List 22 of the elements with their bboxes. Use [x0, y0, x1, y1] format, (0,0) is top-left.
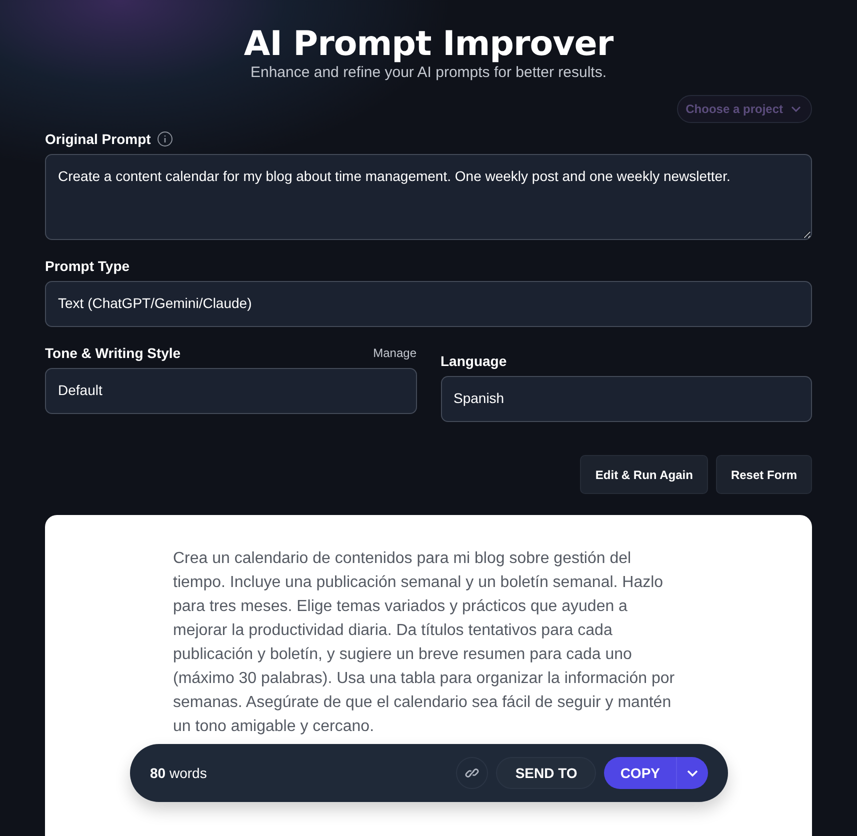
manage-link[interactable]: Manage — [373, 346, 416, 360]
send-to-button[interactable]: SEND TO — [496, 757, 596, 789]
tone-select[interactable]: Default — [45, 368, 416, 414]
field-label: Tone & Writing Style — [45, 345, 181, 361]
language-select[interactable]: Spanish — [440, 376, 812, 422]
reset-button[interactable]: Reset Form — [716, 455, 812, 494]
link-button[interactable] — [456, 757, 488, 789]
chevron-down-icon — [687, 770, 698, 776]
copy-button[interactable]: COPY — [604, 757, 676, 789]
result-text: Crea un calendario de contenidos para mi blog sobre gestión del tiempo. Incluye una publicación semanal y un boletín semanal. Hazlo para tres meses. Elige temas variados y prácticos que ayuden a mejorar la productividad diaria. Da títulos tentativos para cada publicación y boletín, y sugiere un breve resumen para cada uno (máximo 30 palabras). Usa una tabla para organizar la información por semanas. Asegúrate de que el calendario sea fácil de seguir y mantén un tono amigable y cercano. — [173, 549, 676, 737]
edit-run-button[interactable]: Edit & Run Again — [580, 455, 708, 494]
field-label: Language — [440, 353, 507, 369]
field-label: Prompt Type — [45, 258, 131, 274]
word-count: 80 words — [150, 765, 207, 781]
info-icon[interactable] — [156, 131, 173, 147]
page-subtitle: Enhance and refine your AI prompts for better results. — [249, 64, 608, 81]
page-title: AI Prompt Improver — [242, 24, 614, 64]
prompt-type-select[interactable]: Text (ChatGPT/Gemini/Claude) — [45, 281, 812, 327]
field-label: Original Prompt — [45, 131, 151, 147]
chevron-down-icon — [791, 106, 801, 112]
prompt-input[interactable]: Create a content calendar for my blog about time management. One weekly post and one weekly newsletter. — [45, 154, 812, 240]
copy-options-button[interactable] — [676, 757, 708, 789]
